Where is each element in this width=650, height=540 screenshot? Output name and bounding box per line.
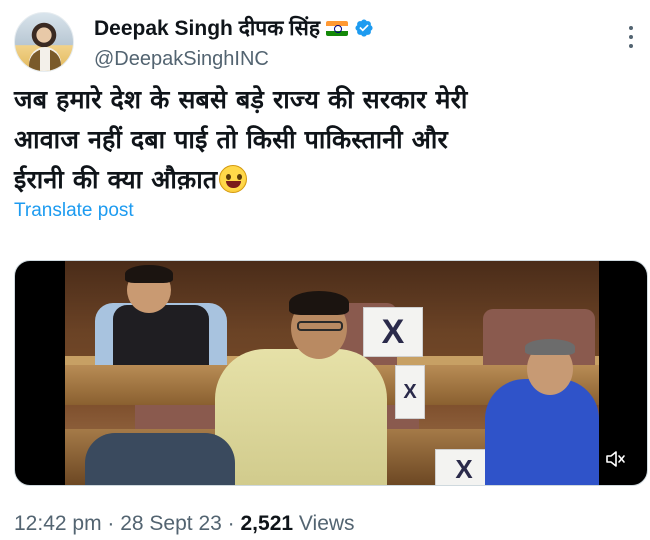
translate-post-link[interactable]: Translate post [14,200,134,222]
display-name[interactable]: Deepak Singh दीपक सिंह [94,14,320,42]
handle[interactable]: @DeepakSinghINC [94,48,374,71]
tweet-time[interactable]: 12:42 pm [14,512,102,535]
tweet-line-3-row: ईरानी की क्या औक़ात [14,160,634,200]
display-name-row[interactable]: Deepak Singh दीपक सिंह [94,14,374,42]
speaker-glasses [297,321,343,331]
video-frame[interactable]: X X X [65,261,599,485]
speaker-muted-glyph [606,451,625,467]
x-card: X [363,307,423,357]
tweet-header: Deepak Singh दीपक सिंह @DeepakSinghINC [14,12,636,72]
views-label: Views [293,512,355,535]
tweet-line-3: ईरानी की क्या औक़ात [14,165,218,194]
more-dot [629,44,633,48]
meta-separator: · [101,512,121,535]
person-hair [125,265,173,283]
tweet-line-2: आवाज नहीं दबा पाई तो किसी पाकिस्तानी और [14,125,448,154]
more-options-icon[interactable] [626,26,636,48]
speaker-kurta [215,349,387,485]
verified-badge-icon[interactable] [354,18,374,38]
india-flag-icon [325,20,348,36]
person-right-hair [525,339,575,355]
x-card: X [395,365,425,419]
tweet-meta: 12:42 pm · 28 Sept 23 · 2,521 Views [14,512,355,536]
avatar[interactable] [14,12,74,72]
video-player[interactable]: X X X [14,260,648,486]
tweet-line-1: जब हमारे देश के सबसे बड़े राज्य की सरकार… [14,85,468,114]
author-names: Deepak Singh दीपक सिंह @DeepakSinghINC [94,14,374,71]
speaker-muted-icon[interactable] [599,445,633,473]
person-vest [113,305,209,365]
grinning-face-emoji-icon [219,165,248,193]
views-count[interactable]: 2,521 [241,512,294,535]
tweet-text: जब हमारे देश के सबसे बड़े राज्य की सरकार… [14,80,634,200]
more-dot [629,35,633,39]
tweet-date[interactable]: 28 Sept 23 [120,512,222,535]
person-right-shirt [485,379,599,485]
speaker-hair [289,291,349,315]
person-leaning [85,433,235,485]
more-dot [629,26,633,30]
meta-separator: · [221,512,241,535]
